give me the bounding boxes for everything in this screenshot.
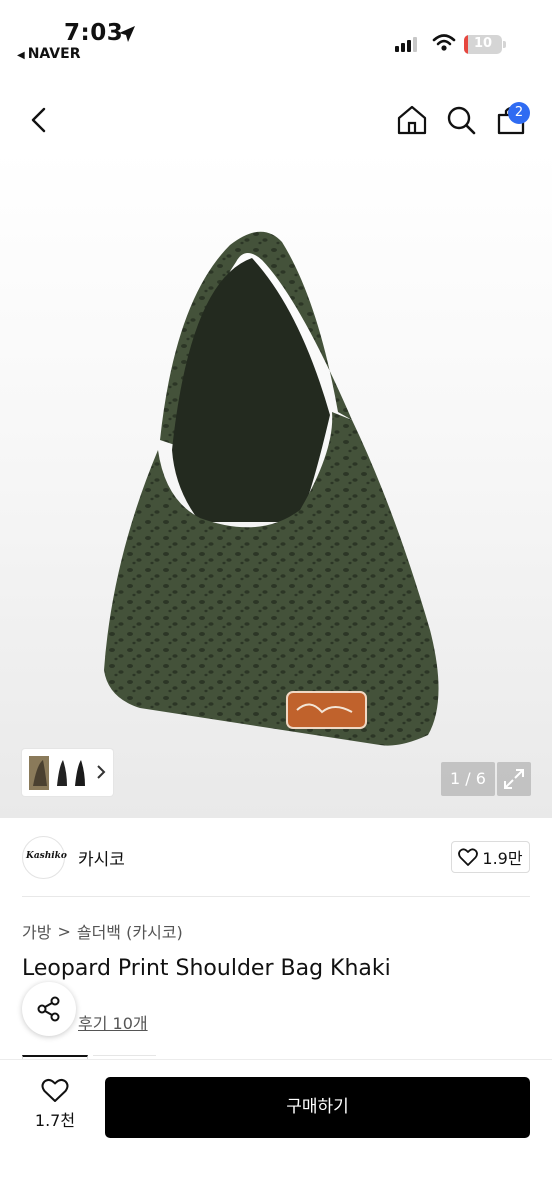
breadcrumb-separator: > xyxy=(57,921,71,941)
product-title: Leopard Print Shoulder Bag Khaki xyxy=(22,956,391,981)
home-icon[interactable] xyxy=(396,104,428,136)
location-arrow-icon xyxy=(119,26,135,42)
wish-button[interactable]: 1.7천 xyxy=(22,1078,88,1142)
divider xyxy=(22,896,530,897)
thumbnail-image[interactable] xyxy=(29,756,89,790)
share-button[interactable] xyxy=(22,982,76,1036)
review-link[interactable]: 후기 10개 xyxy=(78,1010,148,1034)
breadcrumb: 가방 > 숄더백 (카시코) xyxy=(22,919,183,943)
product-image[interactable] xyxy=(0,150,552,818)
heart-icon xyxy=(458,848,479,866)
brand-like-count: 1.9만 xyxy=(482,849,523,868)
back-triangle-icon: ◀ xyxy=(17,50,25,61)
battery-icon: 10 xyxy=(464,35,502,54)
back-app-label: NAVER xyxy=(27,46,81,62)
breadcrumb-subcategory[interactable]: 숄더백 (카시코) xyxy=(77,919,183,943)
breadcrumb-category[interactable]: 가방 xyxy=(22,919,51,943)
thumbnail-strip[interactable] xyxy=(22,749,113,796)
heart-icon xyxy=(41,1078,69,1102)
battery-cap xyxy=(503,41,506,48)
brand-logo[interactable]: Kashiko xyxy=(22,836,67,879)
wifi-icon xyxy=(432,34,456,51)
brand-name[interactable]: 카시코 xyxy=(78,845,125,870)
back-icon[interactable] xyxy=(24,104,56,136)
battery-level: 10 xyxy=(473,36,493,51)
cellular-signal-icon xyxy=(395,36,417,52)
share-icon xyxy=(37,996,60,1022)
brand-logo-text: Kashiko xyxy=(26,851,67,861)
image-counter: 1 / 6 xyxy=(441,762,495,796)
search-icon[interactable] xyxy=(445,104,477,136)
expand-button[interactable] xyxy=(497,762,531,796)
wish-count: 1.7천 xyxy=(34,1111,76,1130)
brand-like-button[interactable]: 1.9만 xyxy=(451,841,530,873)
cart-count-badge: 2 xyxy=(508,102,530,124)
status-bar: 7:03 ◀ NAVER 10 xyxy=(0,0,552,70)
back-to-app-link[interactable]: ◀ NAVER xyxy=(17,46,80,62)
chevron-right-icon[interactable] xyxy=(95,763,107,781)
bottom-action-bar: 1.7천 구매하기 xyxy=(0,1059,552,1200)
product-image-gallery[interactable]: 1 / 6 xyxy=(0,150,552,818)
buy-button[interactable]: 구매하기 xyxy=(105,1077,530,1138)
status-time: 7:03 xyxy=(64,20,124,46)
expand-icon xyxy=(504,769,524,789)
